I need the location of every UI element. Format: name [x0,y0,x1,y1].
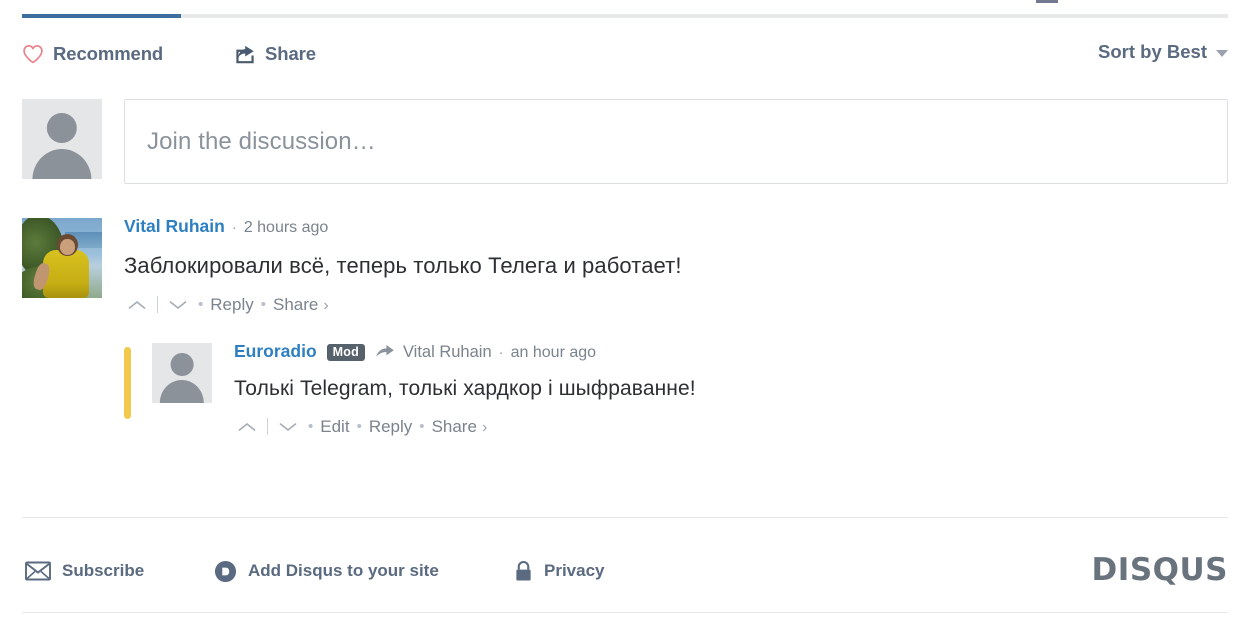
sort-by-dropdown[interactable]: Sort by Best [1098,41,1228,63]
separator-dot: • [356,418,362,436]
lock-icon [514,560,533,583]
chevron-up-icon [128,300,146,309]
discussion-action-row: Recommend Share Sort by Best [22,40,1228,76]
reply-text: Толькі Telegram, толькі хардкор і шыфрав… [234,377,696,401]
chevron-down-icon [1216,50,1228,57]
comment-thread: Vital Ruhain · 2 hours ago Заблокировали… [22,217,1228,437]
footer-divider-bottom [22,612,1228,613]
separator-dot: • [198,296,204,314]
disqus-d-icon [214,560,237,583]
reply-actions: • Edit • Reply • Share [234,417,1228,437]
separator-dot: · [498,343,504,361]
disqus-logo[interactable]: DISQUS [1092,552,1228,588]
chevron-down-icon [279,422,297,431]
add-disqus-button[interactable]: Add Disqus to your site [214,556,439,586]
separator-dot: · [231,219,237,236]
share-button[interactable]: Share [234,40,316,68]
upvote-button[interactable] [124,295,150,315]
comment-actions: • Reply • Share [124,295,1228,315]
active-tab-indicator [22,14,181,18]
moderator-highlight-bar [124,346,131,419]
recommend-button[interactable]: Recommend [22,40,163,68]
reply-to-author[interactable]: Vital Ruhain [403,344,492,361]
tab-underline-track [22,14,1228,18]
comment-share-button[interactable]: Share [273,295,329,315]
vote-divider [267,418,268,436]
downvote-button[interactable] [275,417,301,437]
envelope-icon [25,561,51,581]
comment-author[interactable]: Vital Ruhain [124,217,225,236]
heart-icon [22,44,44,64]
reply-header: Euroradio Mod Vital Ruhain · an hour ago [234,342,1228,363]
comment-item: Vital Ruhain · 2 hours ago Заблокировали… [22,217,1228,437]
moderator-badge: Mod [326,343,365,362]
comment-timestamp[interactable]: 2 hours ago [244,220,329,236]
reply-share-button[interactable]: Share [432,417,488,437]
subscribe-button[interactable]: Subscribe [25,556,144,586]
reply-timestamp[interactable]: an hour ago [511,344,596,361]
chevron-down-icon [169,300,187,309]
default-avatar-icon[interactable] [152,342,212,403]
reply-button[interactable]: Reply [210,295,253,315]
default-avatar-icon [22,99,102,179]
user-photo-avatar[interactable] [22,218,102,298]
separator-dot: • [308,418,314,436]
comment-input[interactable]: Join the discussion… [124,99,1228,184]
comment-reply: Euroradio Mod Vital Ruhain · an hour ago [124,342,1228,437]
comment-input-placeholder: Join the discussion… [147,127,376,155]
separator-dot: • [260,296,266,314]
share-label: Share [265,43,316,64]
downvote-button[interactable] [165,295,191,315]
upvote-button[interactable] [234,417,260,437]
separator-dot: • [419,418,425,436]
subscribe-label: Subscribe [62,561,145,580]
privacy-button[interactable]: Privacy [514,556,605,586]
reply-author[interactable]: Euroradio [234,342,317,361]
chevron-up-icon [238,422,256,431]
footer-divider-top [22,517,1228,518]
disqus-comment-widget: Recommend Share Sort by Best Join the di… [0,0,1250,635]
vote-divider [157,296,158,314]
comment-text: Заблокировали всё, теперь только Телега … [124,253,682,278]
comment-composer: Join the discussion… [22,99,1228,184]
widget-footer: Subscribe Add Disqus to your site Privac… [22,552,1228,596]
sort-by-label: Sort by Best [1098,41,1207,62]
reply-arrow-icon [375,344,395,358]
privacy-label: Privacy [544,561,605,580]
recommend-label: Recommend [53,43,164,64]
reply-button[interactable]: Reply [369,417,412,437]
comment-header: Vital Ruhain · 2 hours ago [124,217,1228,236]
add-disqus-label: Add Disqus to your site [248,561,439,580]
share-arrow-icon [234,44,256,64]
edit-button[interactable]: Edit [320,417,349,437]
login-avatar-stub[interactable] [1036,0,1058,3]
